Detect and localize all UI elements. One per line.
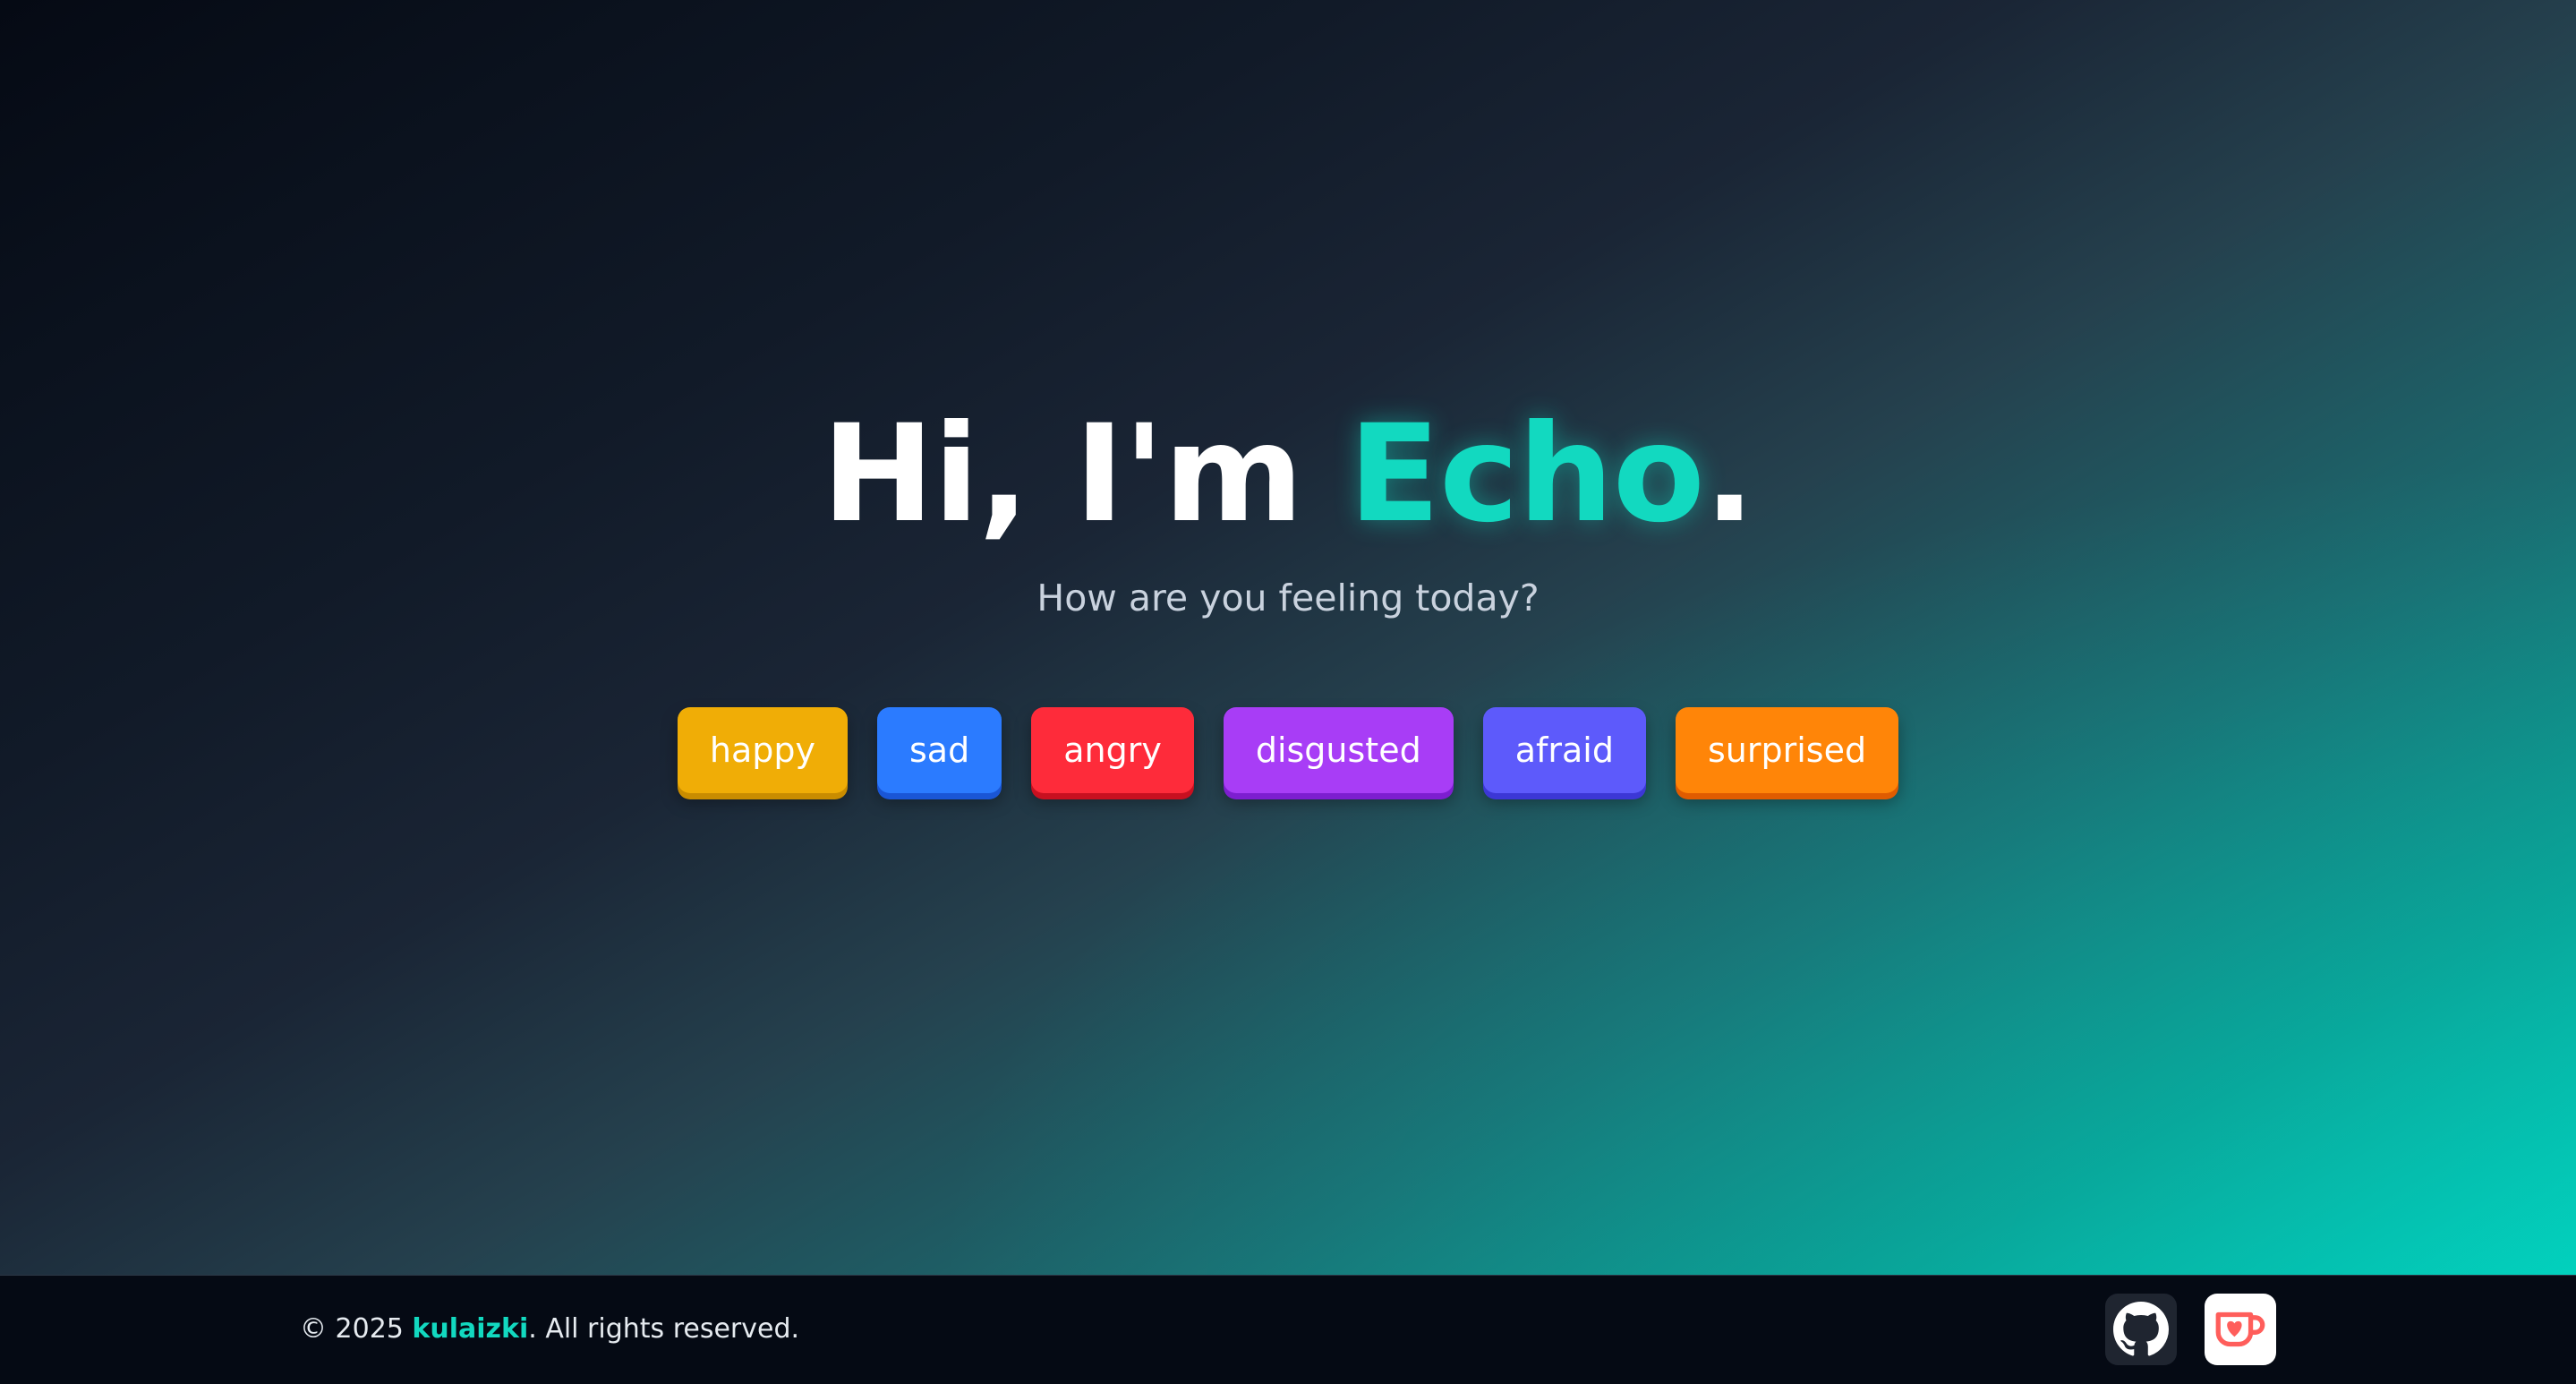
mood-button-angry[interactable]: angry bbox=[1031, 707, 1194, 793]
copyright-text: © 2025 kulaizki. All rights reserved. bbox=[300, 1313, 799, 1345]
kofi-cup-icon bbox=[2215, 1311, 2265, 1347]
copyright-suffix: . All rights reserved. bbox=[528, 1313, 800, 1345]
copyright-prefix: © 2025 bbox=[300, 1313, 413, 1345]
kofi-link[interactable] bbox=[2205, 1294, 2276, 1365]
page-title: Hi, I'm Echo. bbox=[0, 394, 2576, 555]
github-icon bbox=[2113, 1302, 2169, 1356]
footer: © 2025 kulaizki. All rights reserved. bbox=[0, 1275, 2576, 1384]
mood-button-sad[interactable]: sad bbox=[877, 707, 1002, 793]
mood-button-surprised[interactable]: surprised bbox=[1675, 707, 1899, 793]
greeting-text: Hi, I'm bbox=[822, 397, 1349, 552]
mood-button-happy[interactable]: happy bbox=[677, 707, 848, 793]
hero-section: Hi, I'm Echo. How are you feeling today?… bbox=[0, 0, 2576, 1275]
mood-button-group: happy sad angry disgusted afraid surpris… bbox=[0, 707, 2576, 793]
page: Hi, I'm Echo. How are you feeling today?… bbox=[0, 0, 2576, 1384]
title-period: . bbox=[1703, 397, 1755, 552]
bot-name: Echo bbox=[1348, 397, 1705, 552]
github-link[interactable] bbox=[2105, 1294, 2177, 1365]
mood-button-afraid[interactable]: afraid bbox=[1482, 707, 1646, 793]
mood-button-disgusted[interactable]: disgusted bbox=[1223, 707, 1454, 793]
subtitle: How are you feeling today? bbox=[1036, 577, 1540, 619]
brand-link[interactable]: kulaizki bbox=[412, 1313, 528, 1345]
